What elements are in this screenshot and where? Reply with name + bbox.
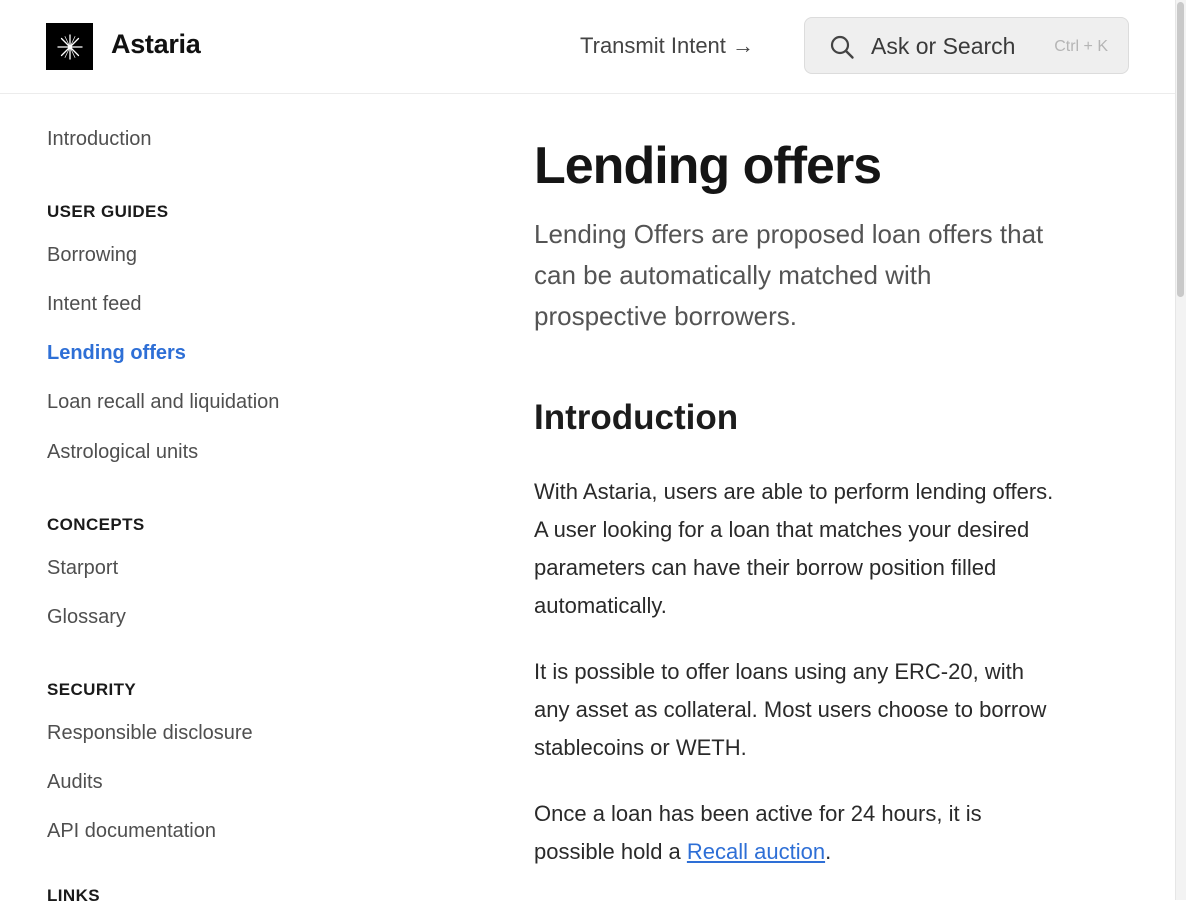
scrollbar-thumb[interactable] (1177, 2, 1184, 297)
paragraph-3: Once a loan has been active for 24 hours… (534, 795, 1064, 871)
search-shortcut: Ctrl + K (1054, 38, 1108, 55)
paragraph-2: It is possible to offer loans using any … (534, 659, 1047, 760)
recall-auction-link[interactable]: Recall auction (687, 839, 825, 864)
sidebar-item-intent-feed[interactable]: Intent feed (47, 293, 142, 316)
paragraph-3-end: . (825, 839, 832, 864)
sidebar-item-introduction[interactable]: Introduction (47, 128, 152, 151)
sidebar-heading-concepts: CONCEPTS (47, 515, 145, 534)
sidebar-heading-user-guides: USER GUIDES (47, 202, 169, 221)
paragraph-1: With Astaria, users are able to perform … (534, 479, 1054, 618)
astaria-logo[interactable] (46, 23, 93, 70)
sidebar-item-astrological-units[interactable]: Astrological units (47, 441, 198, 464)
search-bar[interactable]: Ask or Search Ctrl + K (804, 17, 1129, 74)
sidebar-item-glossary[interactable]: Glossary (47, 606, 126, 629)
sidebar-heading-security: SECURITY (47, 680, 137, 699)
search-placeholder: Ask or Search (871, 33, 1016, 59)
sidebar-item-api-documentation[interactable]: API documentation (47, 820, 216, 843)
search-icon (830, 35, 854, 59)
section-heading-introduction: Introduction (534, 398, 739, 437)
sidebar-heading-links: LINKS (47, 886, 100, 905)
sidebar-item-responsible-disclosure[interactable]: Responsible disclosure (47, 722, 253, 745)
sidebar-item-audits[interactable]: Audits (47, 771, 103, 794)
sidebar-item-loan-recall[interactable]: Loan recall and liquidation (47, 391, 279, 414)
brand-name[interactable]: Astaria (111, 29, 201, 60)
top-bar: Astaria Transmit Intent → Ask or Search … (0, 0, 1175, 94)
sidebar-item-starport[interactable]: Starport (47, 557, 118, 580)
sidebar-item-borrowing[interactable]: Borrowing (47, 244, 137, 267)
sidebar-item-lending-offers[interactable]: Lending offers (47, 342, 186, 365)
transmit-intent-link[interactable]: Transmit Intent → (580, 33, 754, 59)
page-title: Lending offers (534, 137, 882, 195)
sparkle-icon (56, 33, 83, 60)
page-lead: Lending Offers are proposed loan offers … (534, 219, 1044, 331)
